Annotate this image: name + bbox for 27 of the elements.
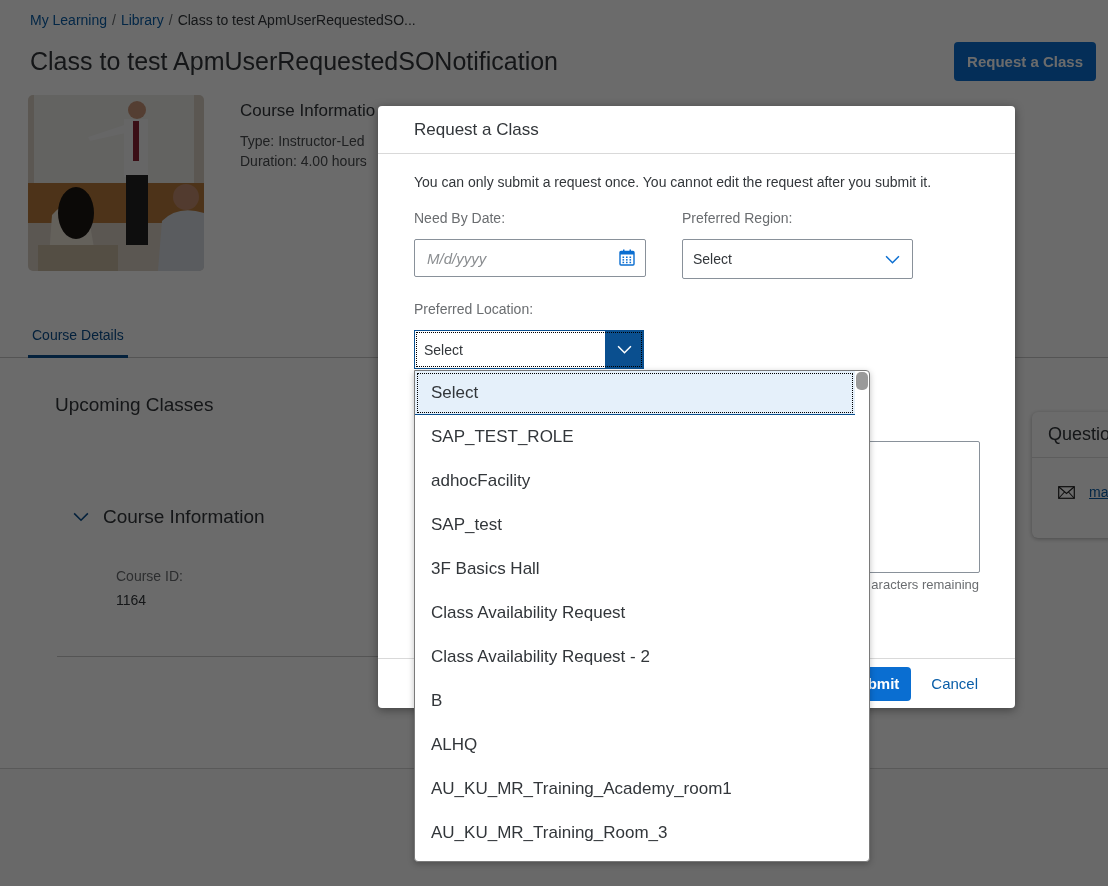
breadcrumb-separator: / [112, 12, 116, 28]
dialog-title: Request a Class [378, 106, 1015, 154]
cancel-button[interactable]: Cancel [921, 666, 988, 701]
field-label: Preferred Location: [414, 301, 535, 317]
summary-heading: Course Informatio [240, 101, 376, 121]
calendar-icon[interactable] [619, 249, 635, 266]
date-field[interactable]: M/d/yyyy [414, 239, 646, 277]
field-value: 1164 [116, 592, 148, 608]
scrollbar-thumb[interactable] [856, 372, 868, 390]
location-select[interactable]: Select [414, 330, 644, 369]
section-heading: Upcoming Classes [55, 394, 215, 416]
summary-line: Type: Instructor-Led [240, 132, 366, 151]
page-title: Class to test ApmUserRequestedSONotification [30, 47, 558, 76]
mail-icon [1058, 485, 1075, 499]
breadcrumb-current: Class to test ApmUserRequestedSO... [177, 12, 416, 28]
chevron-icon [616, 345, 632, 354]
breadcrumb-separator: / [168, 12, 173, 28]
chevron-icon [73, 512, 89, 522]
summary-line: Duration: 4.00 hours [240, 152, 368, 171]
dialog-notice: You can only submit a request once. You cannot edit the request after you submit it. [414, 174, 933, 190]
chevron-icon [885, 254, 900, 264]
section-title: Course Information [103, 506, 265, 528]
field-label: Preferred Region: [682, 210, 794, 226]
character-count: aracters remaining [871, 577, 979, 592]
region-select[interactable]: Select [682, 239, 913, 279]
field-label: Need By Date: [414, 210, 507, 226]
dropdown-option[interactable]: Select [415, 371, 855, 415]
